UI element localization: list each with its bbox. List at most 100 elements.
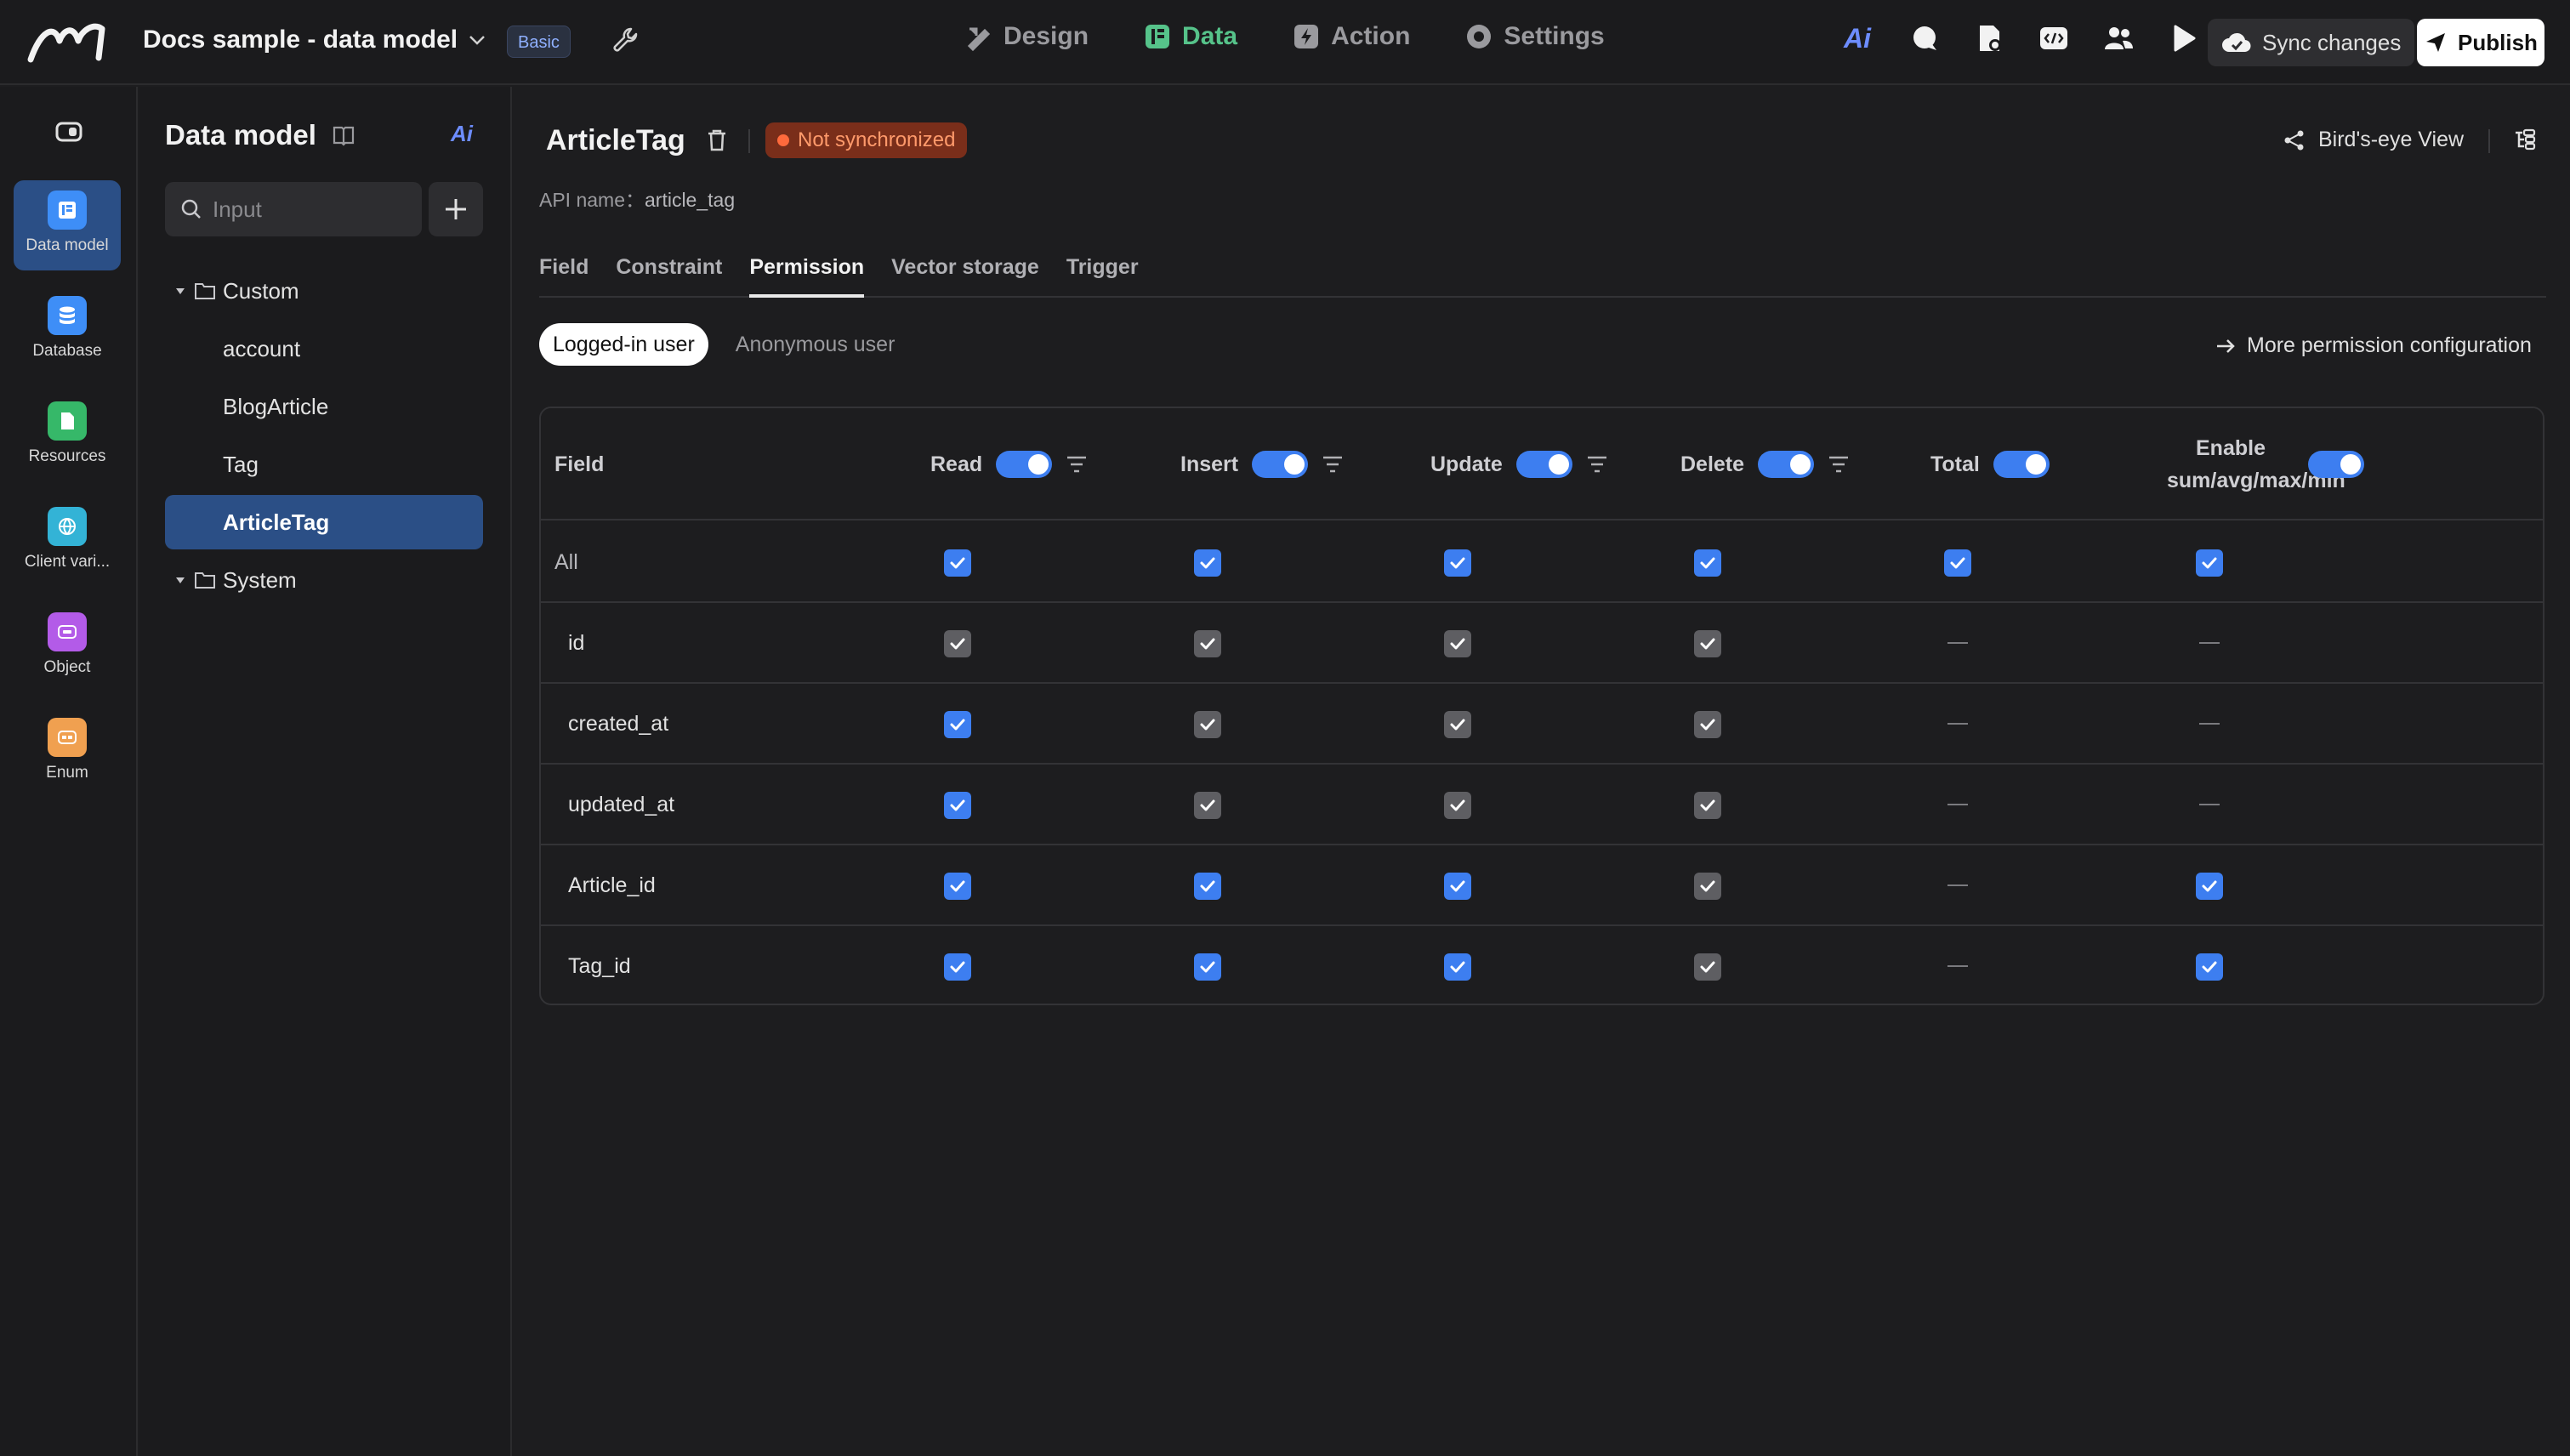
more-permission-link[interactable]: More permission configuration [2215,333,2532,358]
nav-settings[interactable]: Settings [1464,22,1605,51]
read-toggle[interactable] [996,451,1053,478]
permission-checkbox-disabled [1194,792,1221,819]
permission-checkbox-checked[interactable] [944,549,971,577]
permission-checkbox-disabled [1694,873,1721,900]
insert-toggle[interactable] [1252,451,1309,478]
play-icon[interactable] [2167,22,2199,54]
filter-icon[interactable] [1322,455,1344,474]
permission-checkbox-disabled [1694,711,1721,738]
search-input[interactable] [213,196,408,223]
filter-icon[interactable] [1586,455,1608,474]
permission-checkbox-checked[interactable] [1944,549,1971,577]
header-label: Update [1430,452,1503,476]
permission-checkbox-checked[interactable] [1444,953,1471,981]
table-row: Tag_id [541,926,2543,1004]
header-label: Enable sum/avg/max/min [2167,436,2345,492]
permission-checkbox-checked[interactable] [2196,549,2223,577]
tab-field[interactable]: Field [539,253,588,298]
check-icon [1700,557,1715,569]
arrow-right-icon [2217,338,2235,353]
app-title[interactable]: Docs sample - data model [143,26,488,54]
sync-changes-button[interactable]: Sync changes [2208,19,2415,66]
nav-action[interactable]: Action [1292,22,1410,51]
check-icon [950,557,965,569]
rail-item-data-model[interactable]: Data model [14,180,121,270]
add-model-button[interactable] [429,182,483,236]
logo-icon[interactable] [26,15,111,66]
tree-folder-custom[interactable]: Custom [165,264,483,318]
nav-design[interactable]: Design [964,22,1089,51]
check-icon [2202,880,2217,892]
tree-label: BlogArticle [223,393,329,419]
total-toggle[interactable] [1993,451,2050,478]
search-box[interactable] [165,182,422,236]
tree-item-blogarticle[interactable]: BlogArticle [165,379,483,434]
not-applicable-dash [1947,965,1968,967]
tree-item-tag[interactable]: Tag [165,437,483,492]
permission-checkbox-checked[interactable] [1694,549,1721,577]
send-icon [2426,33,2446,52]
trash-icon[interactable] [704,128,730,153]
rail-item-object[interactable]: Object [14,602,121,692]
permission-checkbox-checked[interactable] [944,792,971,819]
tab-trigger[interactable]: Trigger [1066,253,1139,298]
filter-icon[interactable] [1066,455,1088,474]
tree-folder-system[interactable]: System [165,553,483,607]
tab-constraint[interactable]: Constraint [616,253,722,298]
document-settings-icon[interactable] [1973,22,2005,54]
tree-item-account[interactable]: account [165,321,483,376]
graph-nodes-icon [2284,130,2304,150]
permission-checkbox-checked[interactable] [944,711,971,738]
header-update: Update [1430,408,1608,520]
ai-assist-icon[interactable]: Ai [451,121,473,147]
more-permission-label: More permission configuration [2247,333,2532,357]
ai-icon[interactable]: Ai [1844,23,1876,54]
delete-toggle[interactable] [1758,451,1815,478]
rail-item-enum[interactable]: Enum [14,708,121,798]
chat-icon[interactable] [1908,22,1941,54]
folder-icon [195,283,215,299]
not-applicable-dash [2199,804,2220,805]
sidebar-toggle-icon[interactable] [54,121,83,143]
update-toggle[interactable] [1515,451,1572,478]
filter-icon[interactable] [1828,455,1850,474]
nav-action-label: Action [1331,22,1411,50]
permission-checkbox-checked[interactable] [1444,873,1471,900]
permission-checkbox-checked[interactable] [944,873,971,900]
check-icon [1700,799,1715,811]
aggregate-toggle[interactable] [2308,451,2364,478]
hierarchy-icon[interactable] [2512,128,2538,153]
tab-logged-in-user[interactable]: Logged-in user [539,323,708,366]
rail-item-client-variables[interactable]: Client vari... [14,497,121,587]
permission-checkbox-checked[interactable] [1444,549,1471,577]
users-icon[interactable] [2102,22,2135,54]
header-label: Insert [1180,452,1239,476]
check-icon [2202,961,2217,973]
nav-data[interactable]: Data [1143,22,1237,51]
caret-down-icon [176,288,185,294]
header-label: Total [1930,452,1980,476]
book-icon[interactable] [332,124,355,146]
check-icon [1200,880,1215,892]
tab-permission[interactable]: Permission [749,253,865,298]
permission-checkbox-checked[interactable] [2196,953,2223,981]
permission-checkbox-checked[interactable] [1194,953,1221,981]
permission-checkbox-checked[interactable] [1194,873,1221,900]
publish-button[interactable]: Publish [2417,19,2544,66]
wrench-icon[interactable] [609,24,643,58]
permission-checkbox-checked[interactable] [944,953,971,981]
permission-checkbox-checked[interactable] [1194,549,1221,577]
main-content: ArticleTag Not synchronized API name：art… [514,87,2570,1456]
chevron-down-icon [469,36,485,45]
panel-title: Data model [165,119,355,151]
rail-item-database[interactable]: Database [14,286,121,376]
table-row: id [541,603,2543,684]
tree-item-articletag[interactable]: ArticleTag [165,495,483,549]
table-row: created_at [541,684,2543,765]
rail-item-resources[interactable]: Resources [14,391,121,481]
code-icon[interactable] [2038,22,2070,54]
birds-eye-view-button[interactable]: Bird's-eye View [2283,128,2464,152]
tab-vector-storage[interactable]: Vector storage [891,253,1039,298]
permission-checkbox-checked[interactable] [2196,873,2223,900]
tab-anonymous-user[interactable]: Anonymous user [722,323,909,366]
